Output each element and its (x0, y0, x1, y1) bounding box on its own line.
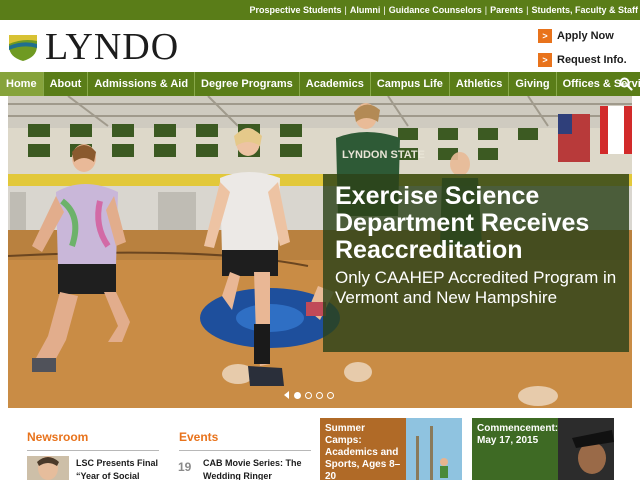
events-divider (179, 450, 311, 451)
slider-dot[interactable] (327, 391, 334, 399)
slider-dot[interactable] (294, 391, 301, 399)
hero-slider[interactable]: LYNDON STATE Exercise Science Department… (8, 96, 632, 408)
nav-item-academics[interactable]: Academics (300, 72, 371, 96)
shirt-print: LYNDON STATE (342, 149, 425, 161)
slider-prev-icon[interactable] (284, 391, 289, 399)
commencement-promo[interactable]: Commencement: May 17, 2015 (472, 418, 614, 480)
summer-camps-label: Summer Camps: Academics and Sports, Ages… (320, 418, 406, 480)
logo-shield-icon (9, 35, 37, 61)
main-nav: Home About Admissions & Aid Degree Progr… (0, 72, 640, 96)
event-item-title[interactable]: CAB Movie Series: The Wedding Ringer (203, 457, 303, 480)
site-header: LYNDO > Apply Now > Request Info. (0, 20, 640, 72)
home-feature-row: Newsroom LSC Presents Final “Year of Soc… (0, 408, 640, 480)
hero-subline: Only CAAHEP Accredited Program in Vermon… (335, 268, 617, 307)
site-logo[interactable]: LYNDO (7, 28, 179, 66)
utility-item: Prospective Students (250, 5, 342, 15)
news-photo (27, 456, 69, 480)
slider-pagination (284, 391, 338, 399)
utility-item: Alumni (342, 5, 381, 15)
hero-caption[interactable]: Exercise Science Department Receives Rea… (323, 174, 629, 352)
utility-link-guidance-counselors[interactable]: Guidance Counselors (389, 5, 482, 15)
slider-dot[interactable] (316, 391, 323, 399)
event-date-day: 19 (178, 460, 192, 474)
nav-item-admissions-aid[interactable]: Admissions & Aid (88, 72, 196, 96)
slider-dot[interactable] (305, 391, 312, 399)
search-icon (619, 77, 633, 91)
newsroom-heading[interactable]: Newsroom (27, 430, 88, 444)
apply-now-link[interactable]: > Apply Now (538, 29, 614, 43)
request-info-link[interactable]: > Request Info. (538, 53, 627, 67)
hero-headline[interactable]: Exercise Science Department Receives Rea… (335, 183, 617, 264)
orange-arrow-icon: > (538, 29, 552, 43)
nav-item-degree-programs[interactable]: Degree Programs (195, 72, 300, 96)
utility-item: Parents (482, 5, 523, 15)
utility-link-alumni[interactable]: Alumni (350, 5, 381, 15)
newsroom-divider (27, 450, 159, 451)
commencement-label: Commencement: May 17, 2015 (477, 423, 559, 446)
nav-item-athletics[interactable]: Athletics (450, 72, 510, 96)
news-thumbnail[interactable] (27, 456, 69, 480)
orange-arrow-icon: > (538, 53, 552, 67)
nav-item-campus-life[interactable]: Campus Life (371, 72, 450, 96)
summer-camps-promo[interactable]: Summer Camps: Academics and Sports, Ages… (320, 418, 462, 480)
nav-item-home[interactable]: Home (0, 72, 44, 96)
utility-link-students-faculty-staff[interactable]: Students, Faculty & Staff (531, 5, 638, 15)
logo-wordmark: LYNDO (45, 26, 180, 68)
utility-nav: Prospective Students Alumni Guidance Cou… (250, 0, 638, 20)
utility-bar: Prospective Students Alumni Guidance Cou… (0, 0, 640, 20)
request-info-label: Request Info. (557, 54, 627, 66)
search-button[interactable] (612, 72, 640, 96)
utility-link-parents[interactable]: Parents (490, 5, 523, 15)
apply-now-label: Apply Now (557, 30, 614, 42)
utility-link-prospective-students[interactable]: Prospective Students (250, 5, 342, 15)
utility-item: Guidance Counselors (380, 5, 482, 15)
news-item-title[interactable]: LSC Presents Final “Year of Social (76, 457, 166, 480)
utility-item: Students, Faculty & Staff (523, 5, 638, 15)
nav-item-giving[interactable]: Giving (509, 72, 557, 96)
nav-item-about[interactable]: About (44, 72, 89, 96)
events-heading[interactable]: Events (179, 430, 218, 444)
